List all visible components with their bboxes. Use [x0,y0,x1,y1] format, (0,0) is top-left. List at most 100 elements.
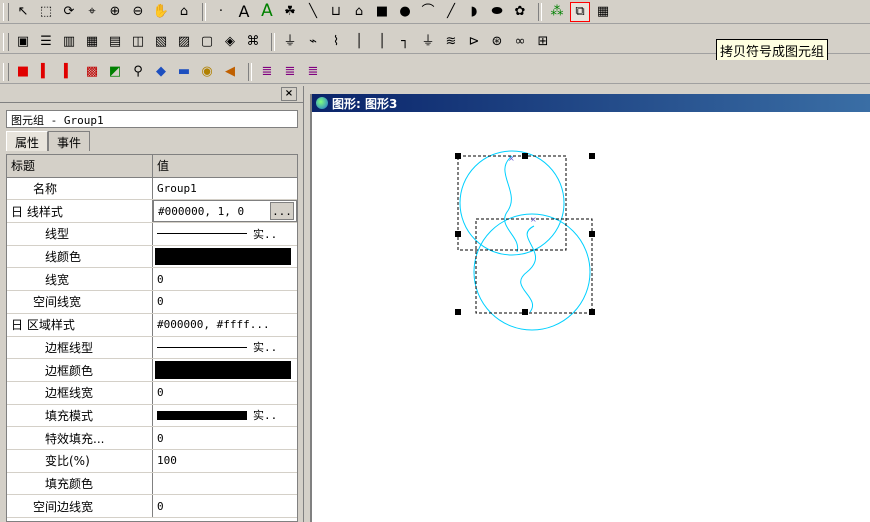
table-icon[interactable]: ▦ [593,2,613,22]
row-value[interactable]: 实.. [153,405,297,427]
pan-icon[interactable]: ✋ [151,2,171,22]
table-row[interactable]: 边框颜色 [7,359,297,382]
page2-icon[interactable]: ≣ [280,62,300,82]
row-value[interactable]: #000000, 1, 0 ... [153,200,297,223]
ellipse-icon[interactable]: ⬬ [487,2,507,22]
selection-handle[interactable] [455,231,461,237]
stack-icon[interactable]: ☰ [36,32,56,52]
row-value[interactable] [153,359,297,381]
coil-icon[interactable]: ≋ [441,32,461,52]
tab-events[interactable]: 事件 [48,131,91,151]
square-icon[interactable]: ■ [372,2,392,22]
table-row[interactable]: 日 区域样式 #000000, #ffff... [7,313,297,337]
table-row[interactable]: 线型 实.. [7,223,297,246]
row-value[interactable] [153,246,297,268]
sprite-icon[interactable]: ☘ [280,2,300,22]
object-selector[interactable]: 图元组 - Group1 [6,110,298,128]
selection-handle[interactable] [522,153,528,159]
wire-icon[interactable]: │ [349,32,369,52]
motor-icon[interactable]: ⊛ [487,32,507,52]
table-row[interactable]: 线宽 0 [7,268,297,292]
transistor-icon[interactable]: ⊳ [464,32,484,52]
image-icon[interactable]: ▣ [13,32,33,52]
red-square-icon[interactable]: ■ [13,62,33,82]
dialog-icon[interactable]: ◫ [128,32,148,52]
drawing-canvas[interactable]: × × [312,112,868,522]
table-row[interactable]: 边框线型 实.. [7,336,297,360]
component-icon[interactable]: ⊞ [533,32,553,52]
ellipsis-button[interactable]: ... [270,202,294,221]
row-value[interactable]: 0 [153,268,297,290]
pin-icon[interactable]: ⌘ [243,32,263,52]
curve-shape[interactable] [504,155,519,253]
copy-symbol-icon[interactable]: ⧉ [570,1,590,22]
group-icon[interactable]: ⁂ [547,2,567,22]
close-icon[interactable]: × [281,87,297,101]
resistor-icon[interactable]: ⌇ [326,32,346,52]
circle-shape[interactable] [459,150,565,256]
corner-wire-icon[interactable]: ┐ [395,32,415,52]
table-row[interactable]: 填充颜色 [7,472,297,496]
wire2-icon[interactable]: │ [372,32,392,52]
table-row[interactable]: 线颜色 [7,245,297,269]
table-row[interactable]: 空间边线宽 0 [7,495,297,518]
group-shape[interactable]: × × [455,150,595,331]
table-row[interactable]: 填充模式 实.. [7,404,297,428]
row-value[interactable]: 实.. [153,337,297,359]
text-large-icon[interactable]: A [257,2,277,22]
switch-icon[interactable]: ⌁ [303,32,323,52]
row-value[interactable]: 0 [153,382,297,404]
tab-properties[interactable]: 属性 [6,131,49,151]
row-value[interactable] [153,473,297,495]
circle-icon[interactable]: ● [395,2,415,22]
selection-handle[interactable] [589,231,595,237]
row-value[interactable]: 100 [153,450,297,472]
selection-handle[interactable] [455,309,461,315]
toolbar-grip[interactable] [3,32,9,51]
selection-handle[interactable] [522,309,528,315]
table-row[interactable]: 边框线宽 0 [7,381,297,405]
spreadsheet-icon[interactable]: ▧ [151,32,171,52]
window-icon[interactable]: ▢ [197,32,217,52]
shape-u-icon[interactable]: ⊔ [326,2,346,22]
pointer-icon[interactable]: ↖ [13,2,33,22]
curve-shape[interactable] [520,225,536,313]
arc-icon[interactable]: ⌒ [418,2,438,22]
node-icon[interactable]: ⌖ [82,2,102,22]
table-row[interactable]: 特效填充... 0 [7,427,297,450]
bars-icon[interactable]: ▥ [59,32,79,52]
search-icon[interactable]: ⚲ [128,62,148,82]
flower-icon[interactable]: ✿ [510,2,530,22]
selection-handle[interactable] [589,153,595,159]
red-bar-icon[interactable]: ▍ [36,62,56,82]
semicircle-icon[interactable]: ◗ [464,2,484,22]
chart-icon[interactable]: ▤ [105,32,125,52]
house-icon[interactable]: ⌂ [349,2,369,22]
dot-icon[interactable]: · [211,2,231,22]
row-value[interactable]: #000000, #ffff... [153,314,297,336]
green-icon[interactable]: ◩ [105,62,125,82]
red-bar2-icon[interactable]: ▍ [59,62,79,82]
row-value[interactable]: 0 [153,291,297,313]
pattern-icon[interactable]: ▩ [82,62,102,82]
select-box-icon[interactable]: ⬚ [36,2,56,22]
clock-icon[interactable]: ◉ [197,62,217,82]
zoom-in-icon[interactable]: ⊕ [105,2,125,22]
rotate-icon[interactable]: ⟳ [59,2,79,22]
ground-icon[interactable]: ⏚ [418,32,438,52]
row-value[interactable]: 0 [153,495,297,517]
list-icon[interactable]: ▨ [174,32,194,52]
slash-icon[interactable]: ╱ [441,2,461,22]
row-value[interactable]: 0 [153,427,297,449]
globe-icon[interactable]: ◈ [220,32,240,52]
loop-icon[interactable]: ∞ [510,32,530,52]
arrow-icon[interactable]: ◀ [220,62,240,82]
table-row[interactable]: 空间线宽 0 [7,291,297,314]
text-icon[interactable]: A [234,2,254,22]
selection-handle[interactable] [455,153,461,159]
line-icon[interactable]: ╲ [303,2,323,22]
toolbar-grip[interactable] [3,62,9,81]
book-icon[interactable]: ◆ [151,62,171,82]
monitor-icon[interactable]: ▬ [174,62,194,82]
capacitor-icon[interactable]: ⏚ [280,32,300,52]
